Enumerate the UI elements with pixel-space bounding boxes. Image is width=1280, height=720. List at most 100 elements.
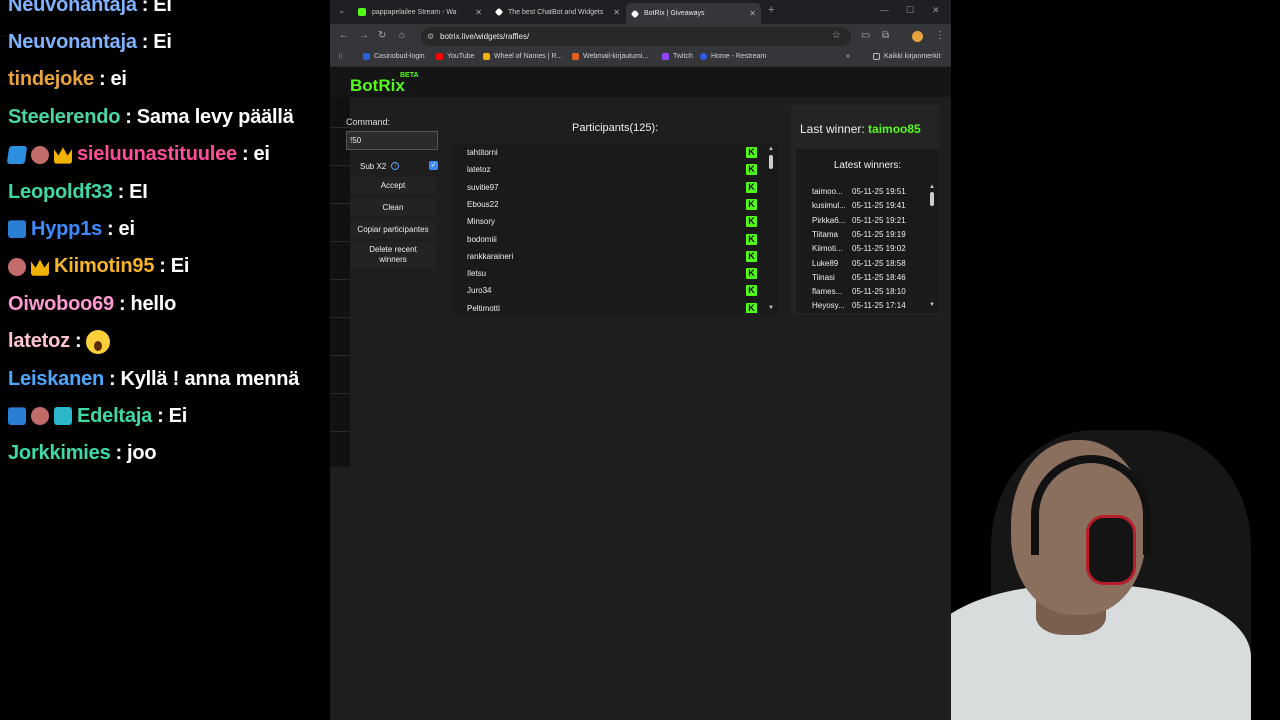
bookmark-webmail[interactable]: Webmail-kirjautumi... <box>572 53 648 60</box>
extensions-icon[interactable]: ⧉ <box>882 30 889 41</box>
bookmarks-overflow[interactable]: » <box>846 53 850 60</box>
chat-username[interactable]: Neuvonantaja <box>8 0 137 17</box>
participant-row[interactable]: Ebous22 K <box>467 196 757 213</box>
bookmark-youtube[interactable]: YouTube <box>436 53 475 60</box>
chat-username[interactable]: latetoz <box>8 330 70 353</box>
chat-separator: : <box>141 30 149 53</box>
participant-row[interactable]: bodomiii K <box>467 231 757 248</box>
maximize-button[interactable]: ☐ <box>906 5 914 16</box>
chat-username[interactable]: Hypp1s <box>31 218 102 241</box>
sub-x2-label: Sub X2 <box>360 161 387 171</box>
chat-separator: : <box>99 68 106 91</box>
chat-username[interactable]: Leopoldf33 <box>8 181 113 204</box>
home-icon[interactable]: ⌂ <box>399 30 405 41</box>
latest-winners-box[interactable]: Latest winners: taimoo... 05-11-25 19:51 k… <box>796 149 939 313</box>
tab-giveaways[interactable]: BotRix | Giveaways ✕ <box>626 3 761 24</box>
participant-row[interactable]: Minsory K <box>467 213 757 230</box>
command-input[interactable] <box>346 131 438 150</box>
chat-text: ei <box>253 143 270 166</box>
winners-scrollbar[interactable]: ▲ ▼ <box>929 184 935 308</box>
chat-separator: : <box>241 143 249 166</box>
tab-pappapelailee[interactable]: pappapelailee Stream - Wa ✕ <box>352 3 487 21</box>
delete-recent-winners-button[interactable]: Delete recent winners <box>350 242 436 268</box>
participant-row[interactable]: tahtitorni K <box>467 144 757 161</box>
last-winner-label: Last winner: <box>800 122 865 136</box>
close-icon[interactable]: ✕ <box>613 8 620 17</box>
participant-row[interactable]: Iletsu K <box>467 265 757 282</box>
divider <box>330 203 350 204</box>
participants-list[interactable]: tahtitorni Klatetoz Ksuvitie97 K Ebous22 K Min… <box>452 144 778 313</box>
menu-icon[interactable]: ⋮ <box>935 30 945 41</box>
bookmark-wheel-of-names[interactable]: Wheel of Names | R... <box>483 53 562 60</box>
chat-separator: : <box>117 180 125 203</box>
participant-name: rankkaraineri <box>467 251 514 261</box>
profile-avatar[interactable] <box>912 31 923 42</box>
participant-row[interactable]: latetoz K <box>467 161 757 178</box>
close-icon[interactable]: ✕ <box>749 9 756 18</box>
tab-label: pappapelailee Stream - Wa <box>372 8 457 16</box>
clean-button[interactable]: Clean <box>350 199 436 216</box>
bookmark-restream[interactable]: Home - Restream <box>700 53 766 60</box>
chat-separator: : <box>118 292 126 315</box>
reload-icon[interactable]: ↻ <box>378 30 386 41</box>
scroll-down-arrow[interactable]: ▼ <box>929 302 935 308</box>
winner-row: taimoo... 05-11-25 19:51 <box>812 185 922 199</box>
chat-text: ei <box>118 217 135 240</box>
close-window-button[interactable]: ✕ <box>932 5 940 16</box>
chat-username[interactable]: Leiskanen <box>8 368 104 391</box>
beta-badge: BETA <box>400 72 419 79</box>
divider <box>330 241 350 242</box>
chat-username[interactable]: Jorkkimies <box>8 442 111 465</box>
close-icon[interactable]: ✕ <box>475 8 482 17</box>
chat-username[interactable]: Kiimotin95 <box>54 255 154 278</box>
divider <box>330 279 350 280</box>
kick-icon: K <box>746 268 757 280</box>
participant-row[interactable]: rankkaraineri K <box>467 248 757 265</box>
participant-name: latetoz <box>467 165 491 175</box>
chat-username[interactable]: sieluunastituulee <box>77 143 237 166</box>
accept-button[interactable]: Accept <box>350 177 436 194</box>
new-tab-button[interactable]: + <box>768 4 774 16</box>
chat-overlay: Neuvonantaja: Ei Neuvonantaja: Ei tindejoke:… <box>0 0 330 720</box>
scroll-up-arrow[interactable]: ▲ <box>929 184 935 190</box>
tab-chatbot[interactable]: The best ChatBot and Widgets ✕ <box>490 3 625 21</box>
chat-username[interactable]: Edeltaja <box>77 405 152 428</box>
address-bar[interactable]: ⚙ botrix.live/widgets/raffles/ <box>421 27 851 46</box>
scroll-thumb[interactable] <box>769 155 773 169</box>
scroll-thumb[interactable] <box>930 192 934 206</box>
copy-participants-button[interactable]: Copiar participantes <box>350 221 436 238</box>
chat-username[interactable]: Steelerendo <box>8 106 120 129</box>
participants-scrollbar[interactable]: ▲ ▼ <box>768 146 774 311</box>
participant-row[interactable]: suvitie97 K <box>467 179 757 196</box>
chat-message: Kiimotin95: Ei <box>8 252 189 282</box>
participant-row[interactable]: Peltimotti K <box>467 300 757 313</box>
sub-x2-checkbox[interactable]: ✓ <box>429 161 438 170</box>
scroll-down-arrow[interactable]: ▼ <box>768 305 774 311</box>
bookmark-star-icon[interactable]: ☆ <box>832 30 841 41</box>
info-icon[interactable]: i <box>391 162 400 170</box>
bookmark-casinobud[interactable]: Casinobud-login <box>363 53 425 60</box>
webcam-feed <box>951 0 1280 720</box>
winner-name: Tiitama <box>812 229 838 239</box>
chat-username[interactable]: tindejoke <box>8 68 94 91</box>
participant-row[interactable]: Juro34 K <box>467 282 757 299</box>
botrix-logo[interactable]: BotRix <box>350 76 405 96</box>
all-bookmarks[interactable]: Kaikki kirjanmerkit <box>873 53 940 60</box>
bookmark-label: Wheel of Names | R... <box>494 53 563 60</box>
forward-icon[interactable]: → <box>359 30 369 41</box>
tab-search-icon[interactable]: ⌄ <box>338 5 346 16</box>
site-header: BotRix BETA <box>330 67 951 97</box>
back-icon[interactable]: ← <box>339 30 349 41</box>
minimize-button[interactable]: — <box>880 5 889 15</box>
winner-row: Heyosy... 05-11-25 17:14 <box>812 299 922 313</box>
site-info-icon[interactable]: ⚙ <box>427 27 434 46</box>
cast-icon[interactable]: ▭ <box>861 30 870 41</box>
chat-username[interactable]: Neuvonantaja <box>8 31 137 54</box>
bookmark-twitch[interactable]: Twitch <box>662 53 693 60</box>
chat-separator: : <box>74 330 82 353</box>
winner-name: Luke89 <box>812 258 839 268</box>
divider <box>330 393 350 394</box>
scroll-up-arrow[interactable]: ▲ <box>768 146 774 152</box>
chat-username[interactable]: Oiwoboo69 <box>8 293 114 316</box>
apps-icon[interactable]: ⠿ <box>338 53 343 61</box>
